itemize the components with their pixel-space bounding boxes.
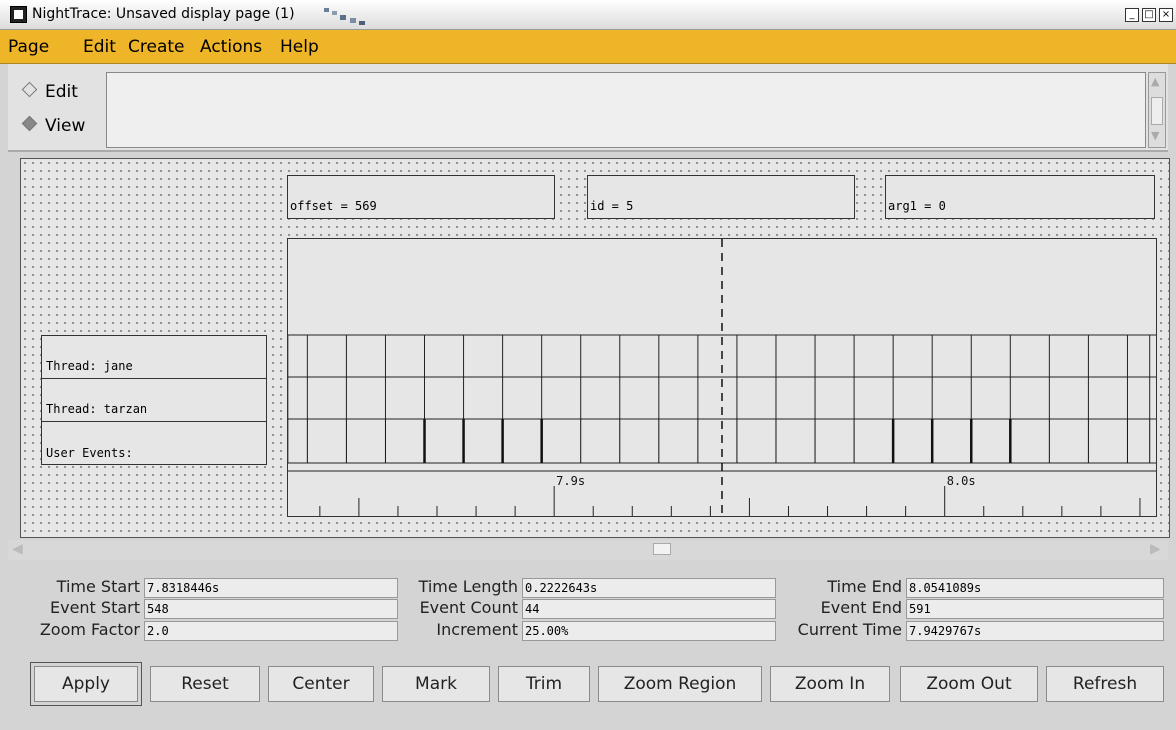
maximize-button[interactable]: □ [1142,8,1156,22]
time-end-label: Time End [827,577,902,596]
arg1-text: arg1 = 0 [888,199,946,213]
apply-button[interactable]: Apply [30,662,142,706]
row-label-tarzan: Thread: tarzan [42,379,266,422]
menu-help[interactable]: Help [280,37,319,57]
event-count-label: Event Count [419,598,518,617]
edit-mode-label: Edit [45,82,78,102]
message-area[interactable] [106,72,1146,148]
zoom-factor-label: Zoom Factor [39,620,140,639]
scroll-right-arrow-icon[interactable]: ▶ [1150,541,1161,557]
ruler-tick-label: 8.0s [947,474,976,488]
arg1-box[interactable]: arg1 = 0 [885,175,1155,219]
timeline-plot[interactable]: 7.9s 8.0s [287,238,1157,517]
scroll-thumb[interactable] [1151,97,1163,125]
row-label-jane: Thread: jane [42,336,266,379]
current-time-label: Current Time [797,620,902,639]
id-text: id = 5 [590,199,634,213]
time-length-field[interactable]: 0.2222643s [522,578,776,598]
trim-button[interactable]: Trim [498,666,590,702]
offset-text: offset = 569 [290,199,377,213]
menu-edit[interactable]: Edit [83,37,116,57]
menu-create[interactable]: Create [128,37,185,57]
scroll-down-arrow-icon[interactable]: ▼ [1151,129,1159,142]
title-decoration-icon [324,8,365,25]
increment-field[interactable]: 25.00% [522,621,776,641]
time-length-label: Time Length [418,577,518,596]
timeline-hscrollbar[interactable]: ◀ ▶ [8,540,1168,560]
window-title: NightTrace: Unsaved display page (1) [32,6,295,22]
event-start-label: Event Start [49,598,140,617]
event-start-field[interactable]: 548 [144,599,398,619]
row-labels-panel[interactable]: Thread: jane Thread: tarzan User Events: [41,335,267,465]
mode-toolbar: Edit View ▲ ▼ [8,64,1168,152]
scroll-up-arrow-icon[interactable]: ▲ [1151,75,1159,88]
radio-diamond-icon [21,81,38,98]
row-label-user-events: User Events: [42,422,266,465]
zoom-region-button[interactable]: Zoom Region [598,666,762,702]
zoom-factor-field[interactable]: 2.0 [144,621,398,641]
ruler-tick-label: 7.9s [556,474,585,488]
reset-button[interactable]: Reset [150,666,260,702]
edit-mode-radio[interactable]: Edit [21,81,78,102]
event-end-field[interactable]: 591 [906,599,1164,619]
radio-diamond-selected-icon [21,115,38,132]
view-mode-label: View [45,116,86,136]
mark-button[interactable]: Mark [382,666,490,702]
time-start-field[interactable]: 7.8318446s [144,578,398,598]
display-page-canvas[interactable]: offset = 569 id = 5 arg1 = 0 Thread: jan… [20,158,1170,538]
zoom-out-button[interactable]: Zoom Out [900,666,1038,702]
event-end-label: Event End [820,598,902,617]
row-label-user-events-text: User Events: [46,446,133,460]
refresh-button[interactable]: Refresh [1046,666,1164,702]
view-mode-radio[interactable]: View [21,115,86,136]
menu-page[interactable]: Page [8,37,49,57]
message-scrollbar[interactable]: ▲ ▼ [1148,72,1166,148]
current-time-field[interactable]: 7.9429767s [906,621,1164,641]
row-label-tarzan-text: Thread: tarzan [46,402,148,416]
time-start-label: Time Start [56,577,140,596]
menu-actions[interactable]: Actions [200,37,262,57]
event-count-field[interactable]: 44 [522,599,776,619]
close-button[interactable]: × [1159,8,1173,22]
increment-label: Increment [436,620,518,639]
time-end-field[interactable]: 8.0541089s [906,578,1164,598]
center-button[interactable]: Center [268,666,374,702]
scroll-left-arrow-icon[interactable]: ◀ [12,541,23,557]
minimize-button[interactable]: _ [1125,8,1139,22]
row-label-jane-text: Thread: jane [46,359,133,373]
offset-box[interactable]: offset = 569 [287,175,555,219]
timeline-svg: 7.9s 8.0s [288,239,1156,516]
zoom-in-button[interactable]: Zoom In [770,666,890,702]
app-logo-icon [10,6,27,23]
hscroll-thumb[interactable] [653,543,671,555]
id-box[interactable]: id = 5 [587,175,855,219]
menubar: Page Edit Create Actions Help [0,30,1176,64]
window-titlebar: NightTrace: Unsaved display page (1) _ □… [0,0,1176,30]
